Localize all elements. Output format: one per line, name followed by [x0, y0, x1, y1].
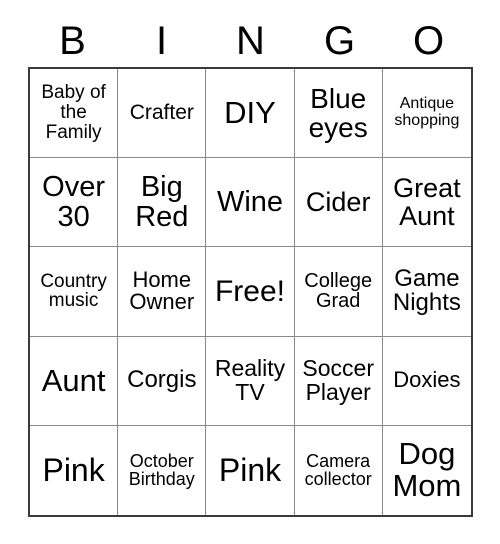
bingo-cell[interactable]: Wine	[206, 158, 295, 248]
bingo-cell-label: Pink	[42, 451, 105, 488]
bingo-cell-label: Big Red	[135, 171, 189, 234]
bingo-cell-label: Game Nights	[392, 264, 461, 317]
bingo-cell-label: Baby of the Family	[41, 82, 106, 143]
bingo-cell-label: Corgis	[127, 366, 197, 394]
bingo-cell-label: DIY	[224, 94, 276, 130]
bingo-cell[interactable]: College Grad	[294, 247, 383, 337]
bingo-cell-label: Aunt	[41, 362, 106, 398]
bingo-cell[interactable]: Pink	[206, 425, 295, 515]
bingo-cell-label: Doxies	[393, 367, 461, 393]
bingo-cell-label: Pink	[218, 451, 282, 488]
bingo-header-letter: N	[236, 18, 265, 63]
bingo-cell-label: October Birthday	[128, 450, 195, 490]
bingo-cell[interactable]: Over 30	[30, 158, 119, 248]
bingo-cell[interactable]: Free!	[206, 247, 295, 337]
bingo-header-letter: I	[155, 18, 168, 63]
bingo-cell-label: Blue eyes	[308, 82, 368, 144]
bingo-cell[interactable]: Cider	[294, 158, 383, 248]
bingo-cell[interactable]: October Birthday	[118, 425, 207, 515]
bingo-cell-label: Free!	[214, 274, 285, 308]
bingo-cell-label: Over 30	[42, 171, 106, 234]
bingo-grid: Baby of the Family Crafter DIY Blue eyes Ant…	[28, 67, 473, 517]
bingo-cell-label: Home Owner	[129, 266, 195, 315]
bingo-cell-label: Reality TV	[214, 354, 286, 405]
bingo-cell[interactable]: Pink	[30, 425, 119, 515]
bingo-header-letter: O	[412, 18, 445, 63]
bingo-cell-label: Soccer Player	[302, 354, 374, 405]
bingo-cell-label: Country music	[40, 270, 107, 312]
bingo-cell[interactable]: Corgis	[118, 336, 207, 426]
bingo-header-row: BINGO	[28, 14, 473, 67]
bingo-cell-label: College Grad	[304, 269, 373, 313]
bingo-cell[interactable]: DIY	[206, 69, 295, 159]
bingo-cell[interactable]: Reality TV	[206, 336, 295, 426]
bingo-cell[interactable]: Camera collector	[294, 425, 383, 515]
bingo-cell[interactable]: Dog Mom	[382, 425, 471, 515]
bingo-cell[interactable]: Baby of the Family	[30, 69, 119, 159]
bingo-cell[interactable]: Soccer Player	[294, 336, 383, 426]
bingo-cell[interactable]: Country music	[30, 247, 119, 337]
bingo-cell-label: Great Aunt	[393, 173, 461, 232]
bingo-cell[interactable]: Crafter	[118, 69, 207, 159]
bingo-cell[interactable]: Blue eyes	[294, 69, 383, 159]
bingo-cell[interactable]: Great Aunt	[382, 158, 471, 248]
bingo-header-letter: B	[59, 18, 86, 63]
bingo-cell-label: Camera collector	[304, 450, 372, 490]
bingo-cell[interactable]: Antique shopping	[382, 69, 471, 159]
bingo-cell[interactable]: Doxies	[382, 336, 471, 426]
bingo-cell-label: Antique shopping	[394, 95, 460, 130]
bingo-cell-label: Cider	[305, 187, 371, 218]
bingo-card: B I N G O Baby of the Family Crafter DIY Blue e…	[0, 0, 500, 544]
bingo-cell[interactable]: Home Owner	[118, 247, 207, 337]
bingo-cell-label: Crafter	[129, 101, 194, 125]
bingo-header-letter: G	[323, 18, 356, 63]
bingo-cell[interactable]: Aunt	[30, 336, 119, 426]
bingo-cell[interactable]: Game Nights	[382, 247, 471, 337]
bingo-cell-label: Wine	[216, 186, 284, 219]
bingo-cell[interactable]: Big Red	[118, 158, 207, 248]
bingo-cell-label: Dog Mom	[392, 436, 462, 504]
